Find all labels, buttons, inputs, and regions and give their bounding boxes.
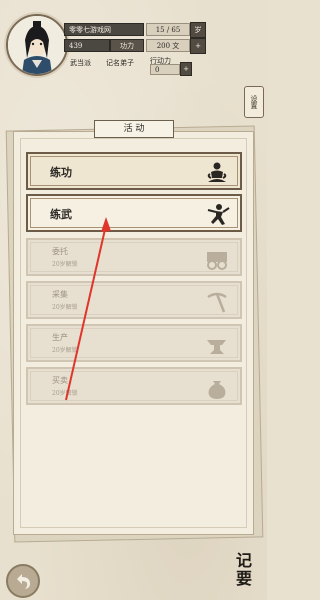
- memo-label: 记要: [235, 551, 252, 588]
- back-arrow-icon: [17, 574, 30, 589]
- arrow-head: [101, 217, 111, 232]
- annotation-arrow: [65, 217, 111, 401]
- back-button[interactable]: [6, 564, 40, 598]
- memo-button[interactable]: 记要: [226, 552, 262, 596]
- arrow-shaft: [65, 224, 107, 401]
